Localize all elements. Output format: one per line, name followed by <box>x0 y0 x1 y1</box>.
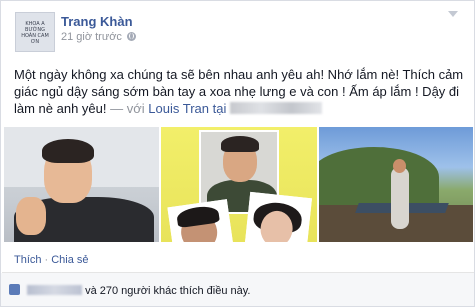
with-prefix: — với <box>110 101 145 116</box>
redacted-location <box>229 102 322 114</box>
redacted-liker <box>27 285 82 295</box>
photo-person <box>391 167 409 229</box>
tagged-person-link[interactable]: Louis Tran <box>148 101 209 116</box>
avatar[interactable]: KHOA A BƯỚNG HOÀN CAM ƠN <box>15 12 55 52</box>
location-prefix: tại <box>212 101 227 116</box>
likes-summary[interactable]: và 270 người khác thích điều này. <box>27 285 250 297</box>
photo-3[interactable] <box>319 127 473 242</box>
thumbs-up-icon <box>9 284 20 295</box>
timestamp[interactable]: 21 giờ trước <box>61 31 122 43</box>
photo-hair <box>42 139 94 163</box>
post-text: Một ngày không xa chúng ta sẽ bên nhau a… <box>14 66 466 117</box>
action-separator: · <box>44 254 49 266</box>
collage-hair <box>221 136 259 152</box>
like-button[interactable]: Thích <box>14 254 42 266</box>
avatar-text: KHOA A BƯỚNG HOÀN CAM ƠN <box>21 21 49 45</box>
post-meta: 21 giờ trước <box>61 31 136 43</box>
photo-1[interactable] <box>4 127 159 242</box>
photo-2[interactable] <box>161 127 317 242</box>
post-card: KHOA A BƯỚNG HOÀN CAM ƠN Trang Khàn 21 g… <box>0 0 475 307</box>
photo-person-head <box>393 159 406 173</box>
globe-icon[interactable] <box>126 32 136 41</box>
share-button[interactable]: Chia sẻ <box>51 254 88 266</box>
photo-hand <box>16 197 46 235</box>
collage-inset-left <box>167 199 235 242</box>
likes-bar: và 270 người khác thích điều này. <box>1 273 474 306</box>
author-name[interactable]: Trang Khàn <box>61 14 133 29</box>
post-actions: Thích · Chia sẻ <box>14 254 88 266</box>
likes-text: và 270 người khác thích điều này. <box>85 285 251 297</box>
chevron-down-icon[interactable] <box>448 11 458 17</box>
collage-inset-right <box>244 191 312 242</box>
photo-hill <box>319 147 439 207</box>
